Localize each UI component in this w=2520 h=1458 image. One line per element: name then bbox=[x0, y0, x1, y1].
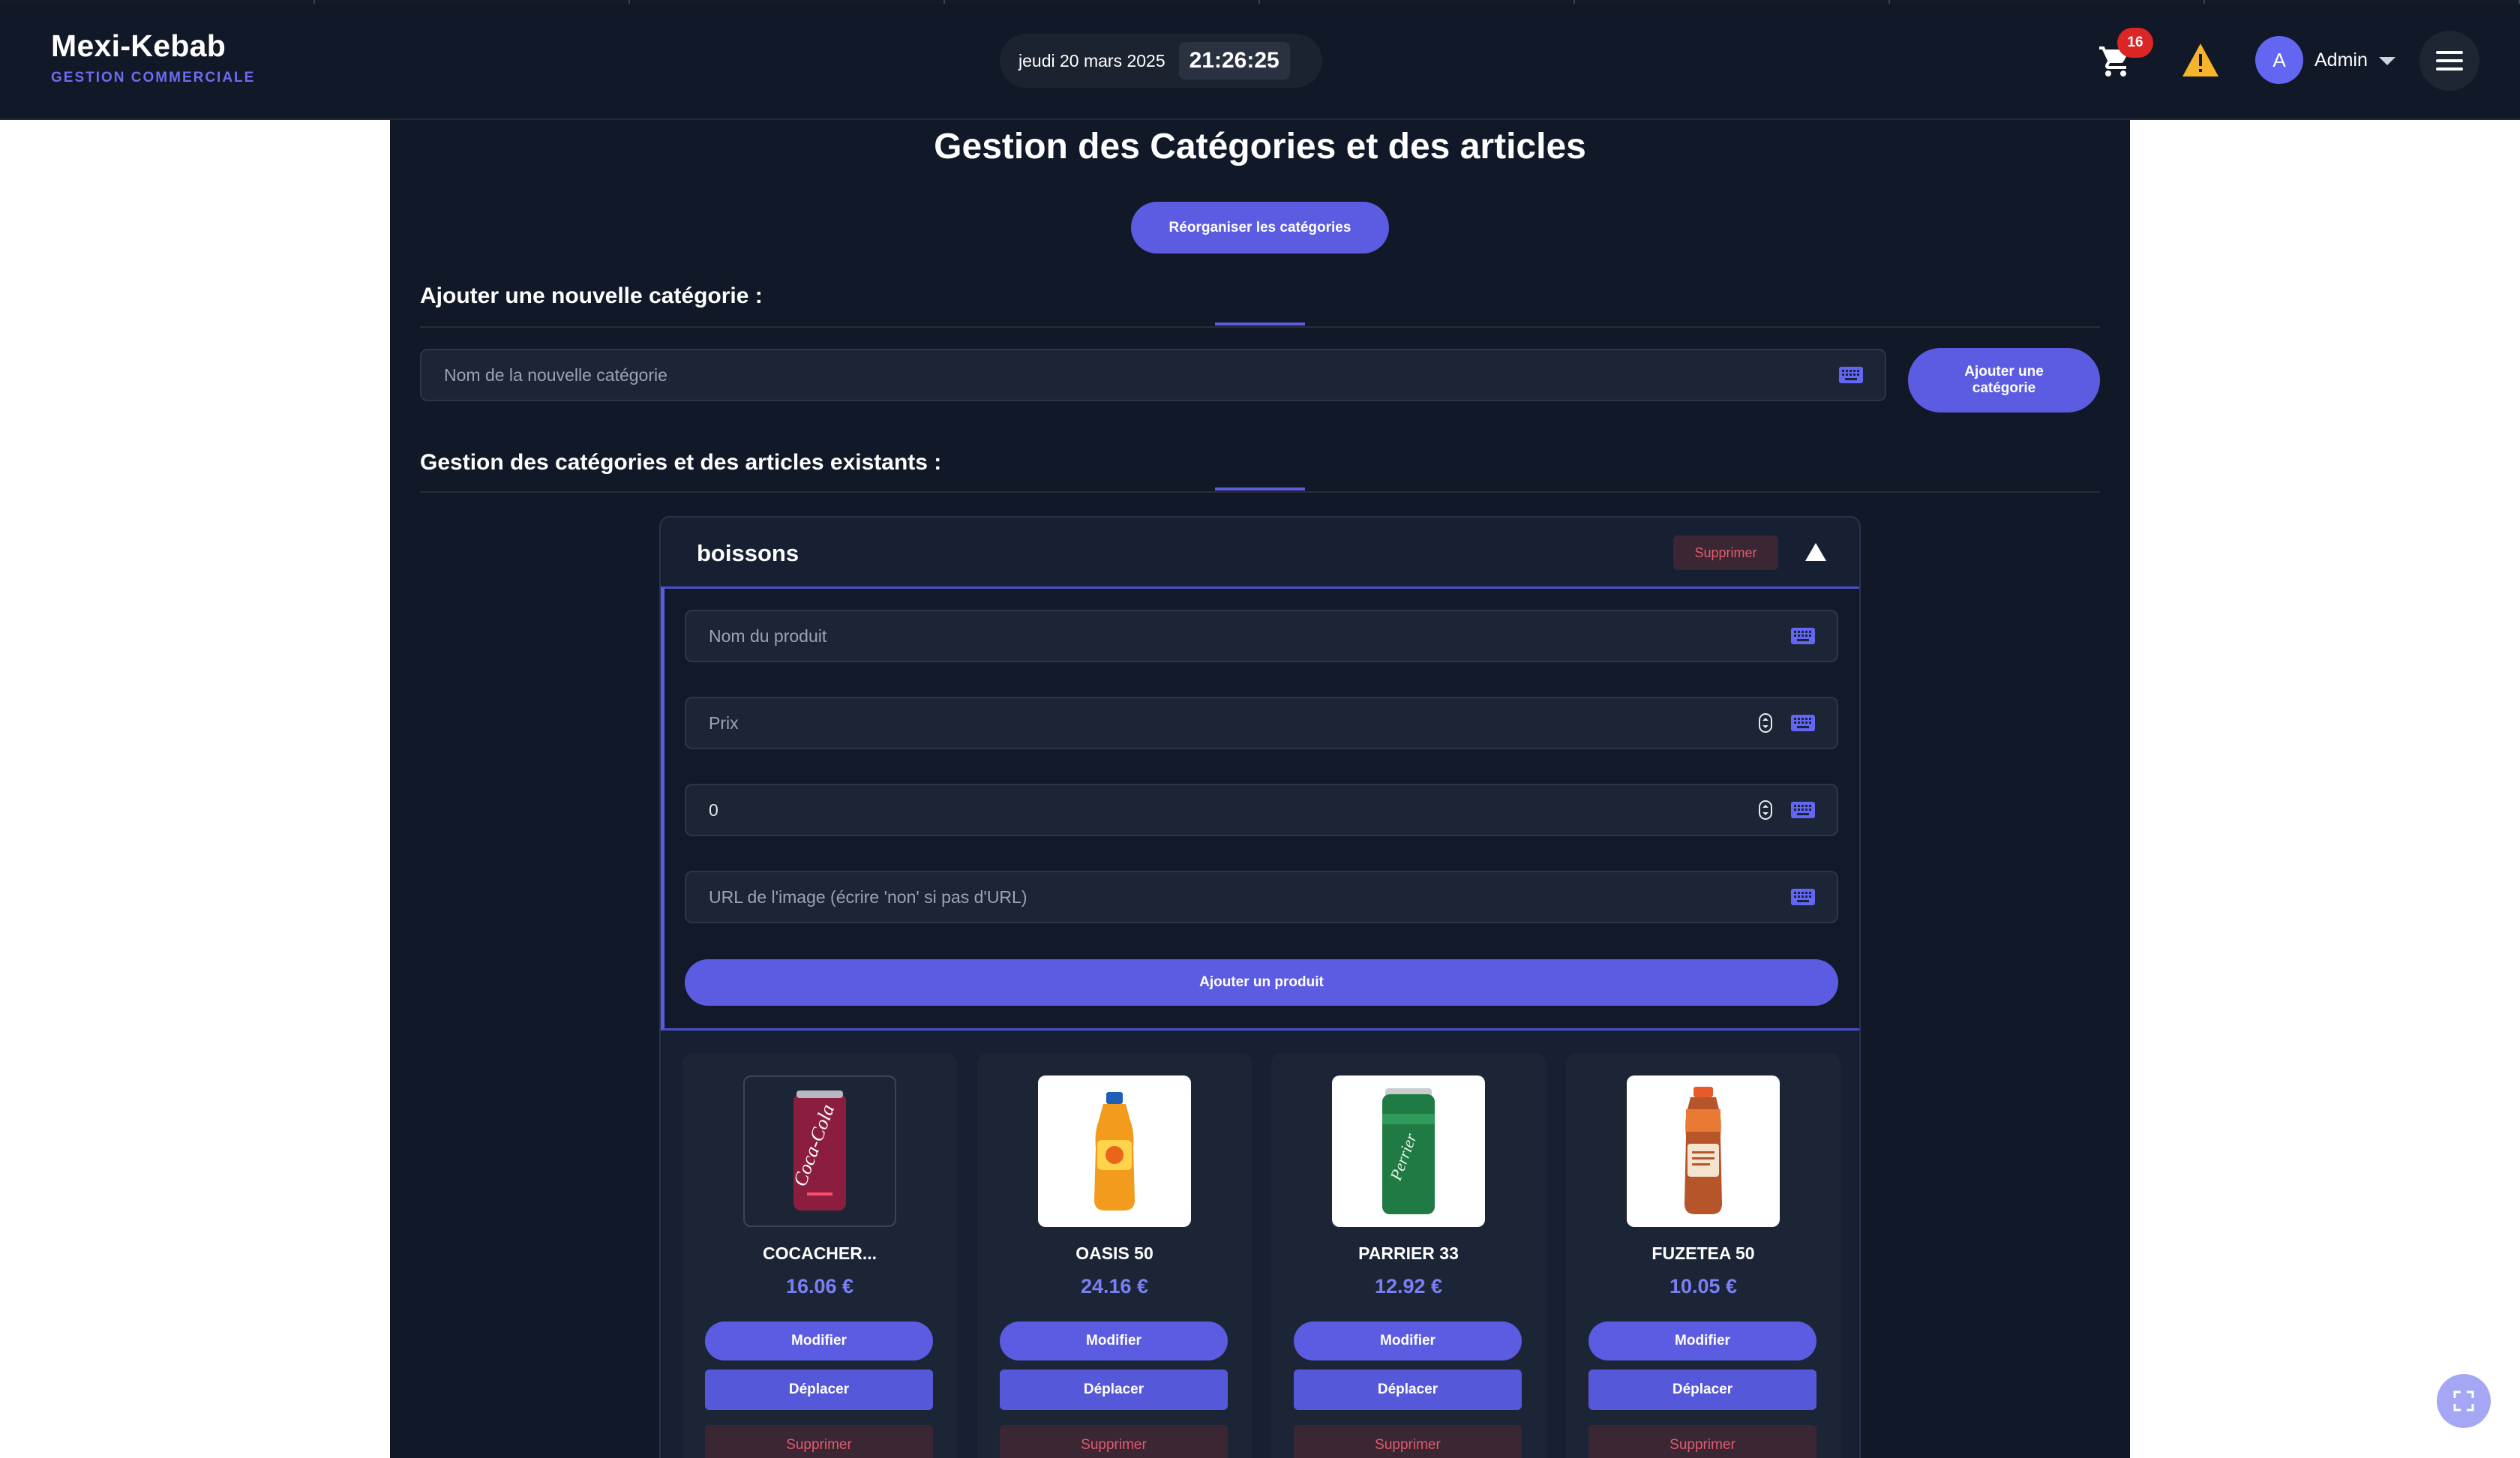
product-image: Perrier bbox=[1332, 1076, 1485, 1227]
divider-accent bbox=[1215, 488, 1305, 490]
brand-subtitle: GESTION COMMERCIALE bbox=[51, 70, 256, 86]
avatar[interactable]: A bbox=[2255, 36, 2303, 84]
brand[interactable]: Mexi-Kebab GESTION COMMERCIALE bbox=[51, 28, 255, 86]
image-url-placeholder: URL de l'image (écrire 'non' si pas d'UR… bbox=[709, 886, 1028, 907]
collapse-icon[interactable] bbox=[1805, 543, 1826, 561]
product-name: COCACHER... bbox=[762, 1244, 878, 1263]
product-price: 24.16 € bbox=[1080, 1275, 1149, 1298]
product-name: FUZETEA 50 bbox=[1652, 1244, 1755, 1263]
new-category-input[interactable]: Nom de la nouvelle catégorie bbox=[420, 349, 1886, 401]
keyboard-icon[interactable] bbox=[1790, 801, 1816, 819]
brand-name: Mexi-Kebab bbox=[51, 28, 226, 63]
add-product-form: Nom du produit Prix 0 URL de l'image (éc… bbox=[661, 586, 1859, 1030]
menu-icon[interactable] bbox=[2420, 31, 2480, 91]
product-card: FUZETEA 50 10.05 € Modifier Déplacer Sup… bbox=[1566, 1053, 1840, 1458]
move-product-button[interactable]: Déplacer bbox=[1294, 1370, 1522, 1410]
keyboard-icon[interactable] bbox=[1790, 714, 1816, 732]
divider bbox=[420, 326, 2100, 328]
divider-accent bbox=[1215, 322, 1305, 326]
top-bar: Mexi-Kebab GESTION COMMERCIALE jeudi 20 … bbox=[0, 0, 2520, 120]
product-name-input[interactable]: Nom du produit bbox=[685, 610, 1838, 662]
current-time: 21:26:25 bbox=[1178, 42, 1290, 80]
move-product-button[interactable]: Déplacer bbox=[1000, 1370, 1228, 1410]
tab-strip bbox=[0, 0, 2520, 4]
datetime-pill: jeudi 20 mars 2025 21:26:25 bbox=[1000, 34, 1322, 88]
new-category-title: Ajouter une nouvelle catégorie : bbox=[420, 284, 763, 308]
category-name: boissons bbox=[697, 540, 800, 566]
modify-product-button[interactable]: Modifier bbox=[705, 1322, 933, 1360]
modify-product-button[interactable]: Modifier bbox=[1294, 1322, 1522, 1360]
product-name: PARRIER 33 bbox=[1358, 1244, 1459, 1263]
reorganize-categories-button[interactable]: Réorganiser les catégories bbox=[1131, 202, 1389, 254]
product-card: OASIS 50 24.16 € Modifier Déplacer Suppr… bbox=[977, 1053, 1252, 1458]
modify-product-button[interactable]: Modifier bbox=[1000, 1322, 1228, 1360]
current-date: jeudi 20 mars 2025 bbox=[1018, 50, 1166, 70]
divider bbox=[420, 491, 2100, 493]
product-image bbox=[1038, 1076, 1191, 1227]
product-card: Perrier PARRIER 33 12.92 € Modifier Dépl… bbox=[1271, 1053, 1546, 1458]
delete-category-button[interactable]: Supprimer bbox=[1673, 536, 1778, 570]
page-title: Gestion des Catégories et des articles bbox=[934, 127, 1586, 166]
category-card: boissons Supprimer Nom du produit Prix 0… bbox=[659, 516, 1861, 1458]
delete-product-button[interactable]: Supprimer bbox=[1294, 1425, 1522, 1458]
product-name: OASIS 50 bbox=[1076, 1244, 1154, 1263]
product-price: 16.06 € bbox=[785, 1275, 854, 1298]
delete-product-button[interactable]: Supprimer bbox=[1588, 1425, 1816, 1458]
number-spinner-icon[interactable] bbox=[1759, 713, 1772, 733]
fullscreen-button[interactable] bbox=[2437, 1374, 2491, 1428]
modify-product-button[interactable]: Modifier bbox=[1588, 1322, 1816, 1360]
new-category-placeholder: Nom de la nouvelle catégorie bbox=[444, 364, 668, 385]
chevron-down-icon[interactable] bbox=[2379, 57, 2396, 65]
main-panel: Gestion des Catégories et des articles R… bbox=[390, 120, 2130, 1458]
quantity-input[interactable]: 0 bbox=[685, 784, 1838, 836]
product-price: 12.92 € bbox=[1374, 1275, 1443, 1298]
product-image: Coca-Cola bbox=[743, 1076, 896, 1227]
existing-categories-title: Gestion des catégories et des articles e… bbox=[420, 450, 942, 475]
move-product-button[interactable]: Déplacer bbox=[705, 1370, 933, 1410]
category-header[interactable]: boissons Supprimer bbox=[661, 518, 1859, 586]
delete-product-button[interactable]: Supprimer bbox=[1000, 1425, 1228, 1458]
product-image bbox=[1627, 1076, 1780, 1227]
user-name[interactable]: Admin bbox=[2314, 50, 2368, 71]
price-input[interactable]: Prix bbox=[685, 697, 1838, 749]
delete-product-button[interactable]: Supprimer bbox=[705, 1425, 933, 1458]
product-price: 10.05 € bbox=[1669, 1275, 1738, 1298]
keyboard-icon[interactable] bbox=[1790, 888, 1816, 906]
keyboard-icon[interactable] bbox=[1790, 627, 1816, 645]
number-spinner-icon[interactable] bbox=[1759, 800, 1772, 820]
keyboard-icon[interactable] bbox=[1838, 366, 1864, 384]
product-name-placeholder: Nom du produit bbox=[709, 626, 827, 646]
image-url-input[interactable]: URL de l'image (écrire 'non' si pas d'UR… bbox=[685, 871, 1838, 923]
quantity-value: 0 bbox=[709, 800, 718, 820]
warning-icon[interactable] bbox=[2182, 44, 2218, 76]
add-category-button[interactable]: Ajouter une catégorie bbox=[1908, 348, 2100, 412]
move-product-button[interactable]: Déplacer bbox=[1588, 1370, 1816, 1410]
product-card: Coca-Cola COCACHER... 16.06 € Modifier D… bbox=[682, 1053, 957, 1458]
add-product-button[interactable]: Ajouter un produit bbox=[685, 959, 1838, 1006]
cart-count-badge: 16 bbox=[2117, 28, 2153, 58]
price-placeholder: Prix bbox=[709, 712, 739, 733]
expand-icon bbox=[2453, 1390, 2474, 1412]
